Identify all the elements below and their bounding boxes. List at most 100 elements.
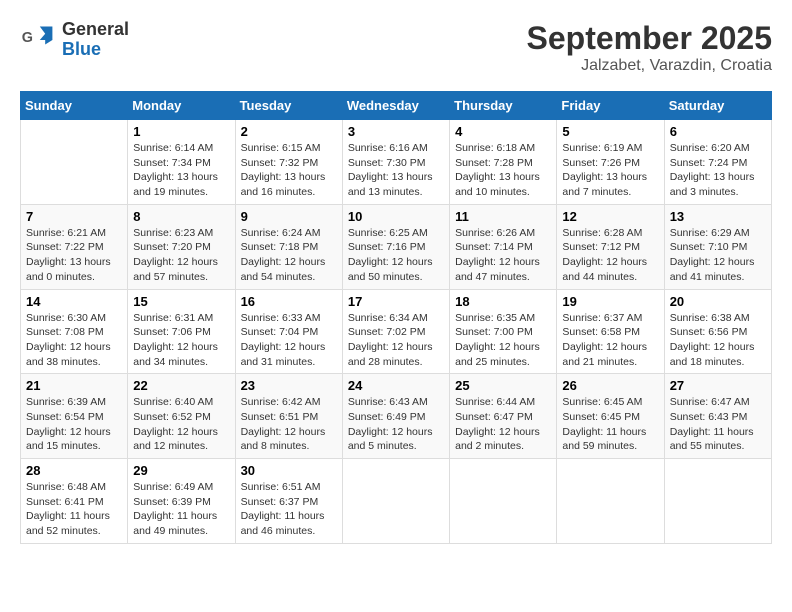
calendar-cell: 10 Sunrise: 6:25 AM Sunset: 7:16 PM Dayli… — [342, 204, 449, 289]
logo-blue: Blue — [62, 39, 101, 59]
calendar-week-row: 1 Sunrise: 6:14 AM Sunset: 7:34 PM Daylig… — [21, 120, 772, 205]
calendar-cell: 8Sunrise: 6:23 AM Sunset: 7:20 PM Daylig… — [128, 204, 235, 289]
day-number: 2 — [241, 124, 337, 139]
day-info: Sunrise: 6:39 AM Sunset: 6:54 PM Dayligh… — [26, 395, 122, 454]
day-info: Sunrise: 6:48 AM Sunset: 6:41 PM Dayligh… — [26, 480, 122, 539]
day-info: Sunrise: 6:24 AM Sunset: 7:18 PM Dayligh… — [241, 226, 337, 285]
calendar-week-row: 21 Sunrise: 6:39 AM Sunset: 6:54 PM Dayli… — [21, 374, 772, 459]
day-info: Sunrise: 6:30 AM Sunset: 7:08 PM Dayligh… — [26, 311, 122, 370]
calendar-cell: 11 Sunrise: 6:26 AM Sunset: 7:14 PM Dayli… — [450, 204, 557, 289]
day-number: 26 — [562, 378, 658, 393]
calendar-cell: 29Sunrise: 6:49 AM Sunset: 6:39 PM Dayli… — [128, 459, 235, 544]
day-number: 22 — [133, 378, 229, 393]
calendar-cell: 3 Sunrise: 6:16 AM Sunset: 7:30 PM Daylig… — [342, 120, 449, 205]
day-info: Sunrise: 6:26 AM Sunset: 7:14 PM Dayligh… — [455, 226, 551, 285]
day-info: Sunrise: 6:15 AM Sunset: 7:32 PM Dayligh… — [241, 141, 337, 200]
day-number: 23 — [241, 378, 337, 393]
day-number: 16 — [241, 294, 337, 309]
day-info: Sunrise: 6:16 AM Sunset: 7:30 PM Dayligh… — [348, 141, 444, 200]
calendar-cell — [557, 459, 664, 544]
calendar-day-header: Thursday — [450, 92, 557, 120]
calendar-cell: 7 Sunrise: 6:21 AM Sunset: 7:22 PM Daylig… — [21, 204, 128, 289]
day-number: 25 — [455, 378, 551, 393]
day-number: 18 — [455, 294, 551, 309]
day-number: 20 — [670, 294, 766, 309]
day-info: Sunrise: 6:14 AM Sunset: 7:34 PM Dayligh… — [133, 141, 229, 200]
day-number: 15 — [133, 294, 229, 309]
day-number: 3 — [348, 124, 444, 139]
calendar-header: SundayMondayTuesdayWednesdayThursdayFrid… — [21, 92, 772, 120]
day-info: Sunrise: 6:43 AM Sunset: 6:49 PM Dayligh… — [348, 395, 444, 454]
day-info: Sunrise: 6:31 AM Sunset: 7:06 PM Dayligh… — [133, 311, 229, 370]
calendar-cell: 9 Sunrise: 6:24 AM Sunset: 7:18 PM Daylig… — [235, 204, 342, 289]
calendar-cell: 20Sunrise: 6:38 AM Sunset: 6:56 PM Dayli… — [664, 289, 771, 374]
day-number: 17 — [348, 294, 444, 309]
calendar-week-row: 14 Sunrise: 6:30 AM Sunset: 7:08 PM Dayli… — [21, 289, 772, 374]
calendar-day-header: Tuesday — [235, 92, 342, 120]
day-number: 10 — [348, 209, 444, 224]
day-info: Sunrise: 6:42 AM Sunset: 6:51 PM Dayligh… — [241, 395, 337, 454]
day-number: 11 — [455, 209, 551, 224]
calendar-cell: 25 Sunrise: 6:44 AM Sunset: 6:47 PM Dayli… — [450, 374, 557, 459]
day-number: 4 — [455, 124, 551, 139]
calendar-cell: 13Sunrise: 6:29 AM Sunset: 7:10 PM Dayli… — [664, 204, 771, 289]
title-block: September 2025 Jalzabet, Varazdin, Croat… — [527, 20, 772, 75]
calendar-day-header: Saturday — [664, 92, 771, 120]
calendar-cell: 18 Sunrise: 6:35 AM Sunset: 7:00 PM Dayli… — [450, 289, 557, 374]
calendar-cell: 21 Sunrise: 6:39 AM Sunset: 6:54 PM Dayli… — [21, 374, 128, 459]
logo-icon: G — [20, 22, 56, 58]
calendar-cell: 5 Sunrise: 6:19 AM Sunset: 7:26 PM Daylig… — [557, 120, 664, 205]
calendar-cell: 14 Sunrise: 6:30 AM Sunset: 7:08 PM Dayli… — [21, 289, 128, 374]
day-number: 14 — [26, 294, 122, 309]
calendar-cell — [664, 459, 771, 544]
day-number: 7 — [26, 209, 122, 224]
day-number: 19 — [562, 294, 658, 309]
day-number: 12 — [562, 209, 658, 224]
logo-general: General — [62, 19, 129, 39]
day-number: 27 — [670, 378, 766, 393]
day-info: Sunrise: 6:44 AM Sunset: 6:47 PM Dayligh… — [455, 395, 551, 454]
calendar-cell — [450, 459, 557, 544]
day-info: Sunrise: 6:21 AM Sunset: 7:22 PM Dayligh… — [26, 226, 122, 285]
calendar-day-header: Sunday — [21, 92, 128, 120]
calendar-day-header: Monday — [128, 92, 235, 120]
location: Jalzabet, Varazdin, Croatia — [527, 57, 772, 75]
calendar-cell: 17 Sunrise: 6:34 AM Sunset: 7:02 PM Dayli… — [342, 289, 449, 374]
calendar-cell: 1 Sunrise: 6:14 AM Sunset: 7:34 PM Daylig… — [128, 120, 235, 205]
svg-text:G: G — [22, 30, 33, 46]
day-number: 9 — [241, 209, 337, 224]
day-info: Sunrise: 6:33 AM Sunset: 7:04 PM Dayligh… — [241, 311, 337, 370]
day-info: Sunrise: 6:23 AM Sunset: 7:20 PM Dayligh… — [133, 226, 229, 285]
calendar-cell: 27Sunrise: 6:47 AM Sunset: 6:43 PM Dayli… — [664, 374, 771, 459]
logo: G General Blue — [20, 20, 129, 60]
day-number: 28 — [26, 463, 122, 478]
day-number: 29 — [133, 463, 229, 478]
calendar-cell: 16 Sunrise: 6:33 AM Sunset: 7:04 PM Dayli… — [235, 289, 342, 374]
calendar-week-row: 7 Sunrise: 6:21 AM Sunset: 7:22 PM Daylig… — [21, 204, 772, 289]
day-number: 1 — [133, 124, 229, 139]
calendar-cell — [342, 459, 449, 544]
day-number: 5 — [562, 124, 658, 139]
calendar-cell: 30 Sunrise: 6:51 AM Sunset: 6:37 PM Dayli… — [235, 459, 342, 544]
calendar-cell: 4 Sunrise: 6:18 AM Sunset: 7:28 PM Daylig… — [450, 120, 557, 205]
calendar-cell: 22 Sunrise: 6:40 AM Sunset: 6:52 PM Dayli… — [128, 374, 235, 459]
day-info: Sunrise: 6:35 AM Sunset: 7:00 PM Dayligh… — [455, 311, 551, 370]
day-number: 21 — [26, 378, 122, 393]
day-info: Sunrise: 6:18 AM Sunset: 7:28 PM Dayligh… — [455, 141, 551, 200]
calendar-cell: 2 Sunrise: 6:15 AM Sunset: 7:32 PM Daylig… — [235, 120, 342, 205]
day-info: Sunrise: 6:25 AM Sunset: 7:16 PM Dayligh… — [348, 226, 444, 285]
calendar-day-header: Friday — [557, 92, 664, 120]
day-info: Sunrise: 6:51 AM Sunset: 6:37 PM Dayligh… — [241, 480, 337, 539]
day-info: Sunrise: 6:19 AM Sunset: 7:26 PM Dayligh… — [562, 141, 658, 200]
day-info: Sunrise: 6:34 AM Sunset: 7:02 PM Dayligh… — [348, 311, 444, 370]
day-number: 30 — [241, 463, 337, 478]
calendar-cell: 28 Sunrise: 6:48 AM Sunset: 6:41 PM Dayli… — [21, 459, 128, 544]
calendar-day-header: Wednesday — [342, 92, 449, 120]
day-info: Sunrise: 6:28 AM Sunset: 7:12 PM Dayligh… — [562, 226, 658, 285]
page-header: G General Blue September 2025 Jalzabet, … — [20, 20, 772, 75]
day-info: Sunrise: 6:45 AM Sunset: 6:45 PM Dayligh… — [562, 395, 658, 454]
day-number: 13 — [670, 209, 766, 224]
calendar-cell: 19Sunrise: 6:37 AM Sunset: 6:58 PM Dayli… — [557, 289, 664, 374]
calendar-cell — [21, 120, 128, 205]
day-info: Sunrise: 6:40 AM Sunset: 6:52 PM Dayligh… — [133, 395, 229, 454]
